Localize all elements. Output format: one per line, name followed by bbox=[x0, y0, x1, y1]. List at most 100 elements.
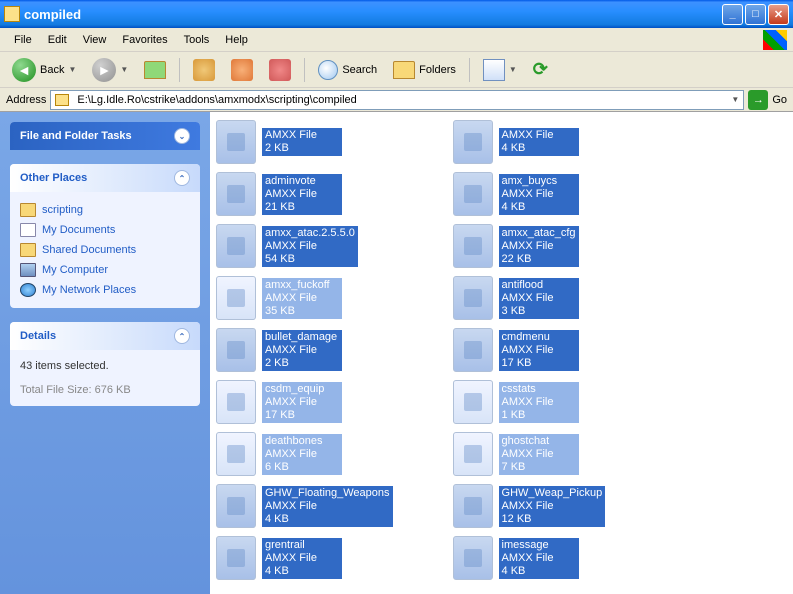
file-icon bbox=[216, 224, 256, 268]
minimize-button[interactable]: _ bbox=[722, 4, 743, 25]
file-item[interactable]: cmdmenuAMXX File17 KB bbox=[453, 326, 606, 374]
back-button[interactable]: ◄ Back ▼ bbox=[6, 54, 82, 86]
file-size: 17 KB bbox=[502, 357, 576, 370]
search-label: Search bbox=[342, 64, 377, 76]
sidebar-place-my-computer[interactable]: My Computer bbox=[20, 260, 190, 280]
file-type: AMXX File bbox=[502, 396, 576, 409]
file-item[interactable]: GHW_Floating_WeaponsAMXX File4 KB bbox=[216, 482, 393, 530]
file-type: AMXX File bbox=[265, 552, 339, 565]
file-item[interactable]: csstatsAMXX File1 KB bbox=[453, 378, 606, 426]
file-item[interactable]: amxx_atac_cfgAMXX File22 KB bbox=[453, 222, 606, 270]
folder-icon bbox=[20, 243, 36, 257]
file-item[interactable]: ghostchatAMXX File7 KB bbox=[453, 430, 606, 478]
file-name: ghostchat bbox=[502, 435, 576, 448]
file-size: 22 KB bbox=[502, 253, 576, 266]
file-size: 2 KB bbox=[265, 142, 339, 155]
file-type: AMXX File bbox=[265, 129, 339, 142]
file-size: 12 KB bbox=[502, 513, 603, 526]
file-type: AMXX File bbox=[265, 448, 339, 461]
file-size: 3 KB bbox=[502, 305, 576, 318]
menu-tools[interactable]: Tools bbox=[176, 32, 218, 48]
address-label: Address bbox=[6, 94, 46, 106]
tasks-panel-header[interactable]: File and Folder Tasks ⌄ bbox=[10, 122, 200, 150]
file-label: AMXX File4 KB bbox=[499, 128, 579, 156]
maximize-button[interactable]: □ bbox=[745, 4, 766, 25]
folders-button[interactable]: Folders bbox=[387, 57, 462, 83]
details-panel-header[interactable]: Details ⌃ bbox=[10, 322, 200, 350]
file-name: imessage bbox=[502, 539, 576, 552]
search-button[interactable]: Search bbox=[312, 56, 383, 84]
address-input[interactable]: E:\Lg.Idle.Ro\cstrike\addons\amxmodx\scr… bbox=[50, 90, 744, 110]
file-label: AMXX File2 KB bbox=[262, 128, 342, 156]
menu-edit[interactable]: Edit bbox=[40, 32, 75, 48]
menu-view[interactable]: View bbox=[75, 32, 115, 48]
details-title: Details bbox=[20, 330, 56, 342]
file-label: cmdmenuAMXX File17 KB bbox=[499, 330, 579, 371]
file-label: ghostchatAMXX File7 KB bbox=[499, 434, 579, 475]
go-label: Go bbox=[772, 94, 787, 106]
file-label: deathbonesAMXX File6 KB bbox=[262, 434, 342, 475]
file-name: cmdmenu bbox=[502, 331, 576, 344]
sidebar-place-my-network-places[interactable]: My Network Places bbox=[20, 280, 190, 300]
menu-help[interactable]: Help bbox=[217, 32, 256, 48]
file-icon bbox=[453, 120, 493, 164]
sidebar-place-shared-documents[interactable]: Shared Documents bbox=[20, 240, 190, 260]
file-name: bullet_damage bbox=[265, 331, 339, 344]
back-arrow-icon: ◄ bbox=[12, 58, 36, 82]
details-selection: 43 items selected. bbox=[20, 358, 190, 374]
file-item[interactable]: deathbonesAMXX File6 KB bbox=[216, 430, 393, 478]
close-button[interactable]: ✕ bbox=[768, 4, 789, 25]
file-type: AMXX File bbox=[502, 292, 576, 305]
separator bbox=[179, 58, 180, 82]
favorites-button[interactable] bbox=[225, 55, 259, 85]
file-label: grentrailAMXX File4 KB bbox=[262, 538, 342, 579]
file-view[interactable]: AMXX File2 KBadminvoteAMXX File21 KBamxx… bbox=[210, 112, 793, 594]
folders-icon bbox=[393, 61, 415, 79]
dropdown-arrow-icon[interactable]: ▼ bbox=[731, 95, 739, 104]
delete-button[interactable] bbox=[263, 55, 297, 85]
file-item[interactable]: imessageAMXX File4 KB bbox=[453, 534, 606, 582]
file-item[interactable]: amxx_fuckoffAMXX File35 KB bbox=[216, 274, 393, 322]
search-icon bbox=[318, 60, 338, 80]
history-button[interactable] bbox=[187, 55, 221, 85]
file-size: 4 KB bbox=[502, 201, 576, 214]
up-button[interactable] bbox=[138, 57, 172, 83]
file-item[interactable]: csdm_equipAMXX File17 KB bbox=[216, 378, 393, 426]
sidebar-place-my-documents[interactable]: My Documents bbox=[20, 220, 190, 240]
forward-arrow-icon: ► bbox=[92, 58, 116, 82]
go-button[interactable]: → bbox=[748, 90, 768, 110]
file-item[interactable]: AMXX File2 KB bbox=[216, 118, 393, 166]
file-item[interactable]: antifloodAMXX File3 KB bbox=[453, 274, 606, 322]
place-label: My Computer bbox=[42, 264, 108, 276]
forward-button[interactable]: ► ▼ bbox=[86, 54, 134, 86]
refresh-button[interactable]: ⟳ bbox=[527, 55, 561, 85]
menu-file[interactable]: File bbox=[6, 32, 40, 48]
file-type: AMXX File bbox=[265, 344, 339, 357]
file-type: AMXX File bbox=[502, 448, 576, 461]
details-size: Total File Size: 676 KB bbox=[20, 382, 190, 398]
file-icon bbox=[453, 484, 493, 528]
net-icon bbox=[20, 283, 36, 297]
file-item[interactable]: adminvoteAMXX File21 KB bbox=[216, 170, 393, 218]
file-item[interactable]: bullet_damageAMXX File2 KB bbox=[216, 326, 393, 374]
file-icon bbox=[216, 484, 256, 528]
file-item[interactable]: amx_buycsAMXX File4 KB bbox=[453, 170, 606, 218]
file-item[interactable]: AMXX File4 KB bbox=[453, 118, 606, 166]
file-item[interactable]: GHW_Weap_PickupAMXX File12 KB bbox=[453, 482, 606, 530]
file-name: amxx_atac.2.5.5.0 bbox=[265, 227, 355, 240]
file-item[interactable]: amxx_atac.2.5.5.0AMXX File54 KB bbox=[216, 222, 393, 270]
file-type: AMXX File bbox=[502, 129, 576, 142]
file-label: bullet_damageAMXX File2 KB bbox=[262, 330, 342, 371]
up-folder-icon bbox=[144, 61, 166, 79]
file-item[interactable]: grentrailAMXX File4 KB bbox=[216, 534, 393, 582]
file-size: 54 KB bbox=[265, 253, 355, 266]
views-button[interactable]: ▼ bbox=[477, 55, 523, 85]
menu-favorites[interactable]: Favorites bbox=[114, 32, 175, 48]
file-size: 17 KB bbox=[265, 409, 339, 422]
folders-label: Folders bbox=[419, 64, 456, 76]
file-name: amxx_atac_cfg bbox=[502, 227, 576, 240]
sidebar-place-scripting[interactable]: scripting bbox=[20, 200, 190, 220]
places-panel-header[interactable]: Other Places ⌃ bbox=[10, 164, 200, 192]
file-size: 21 KB bbox=[265, 201, 339, 214]
file-size: 4 KB bbox=[502, 142, 576, 155]
